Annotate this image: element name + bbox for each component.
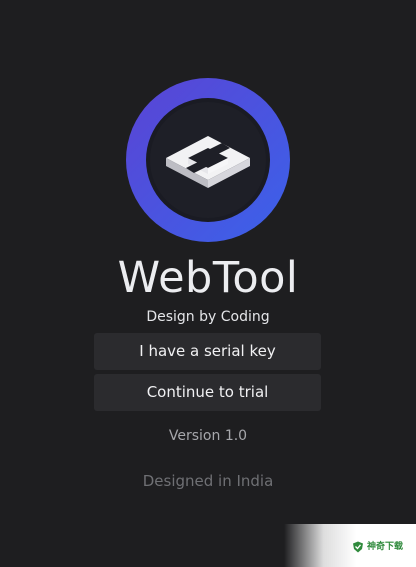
webtool-cube-logo-icon [126, 78, 290, 242]
serial-key-button[interactable]: I have a serial key [94, 333, 321, 370]
shield-icon [353, 541, 363, 553]
continue-trial-button[interactable]: Continue to trial [94, 374, 321, 411]
watermark-text: 神奇下载 [367, 542, 404, 552]
watermark: 神奇下载 [284, 524, 416, 567]
splash-screen: WebTool Design by Coding I have a serial… [0, 0, 416, 567]
app-title: WebTool [117, 253, 299, 303]
version-label: Version 1.0 [168, 428, 248, 444]
app-logo [126, 78, 290, 242]
app-tagline: Design by Coding [146, 309, 270, 325]
designed-in-label: Designed in India [142, 472, 274, 490]
